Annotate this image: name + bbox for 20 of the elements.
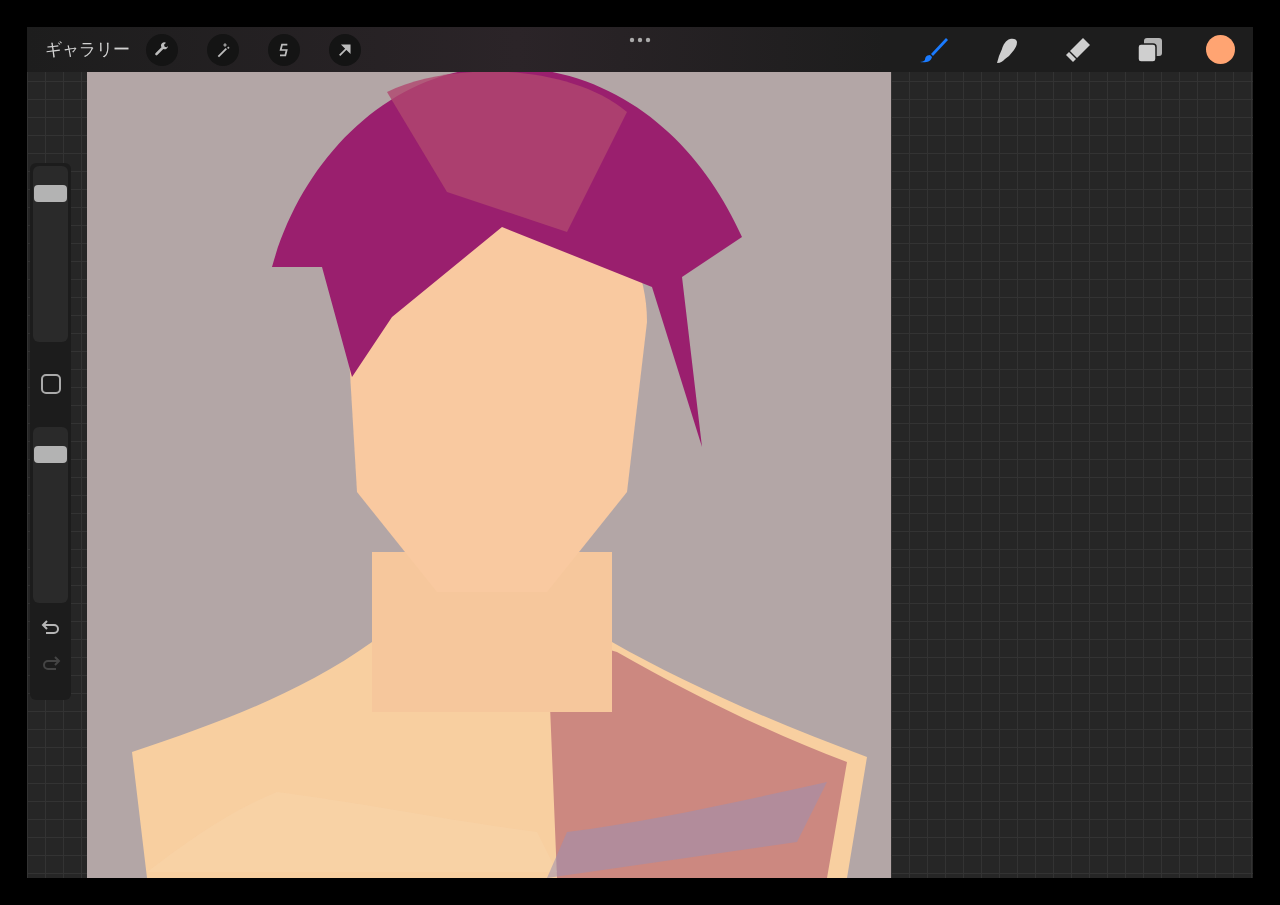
brush-size-slider[interactable] — [33, 166, 68, 342]
eraser-icon — [1064, 35, 1092, 64]
slider-thumb[interactable] — [34, 185, 67, 203]
tool-button[interactable] — [207, 33, 239, 66]
tool-button[interactable] — [268, 33, 300, 66]
slider-thumb[interactable] — [34, 446, 67, 464]
wrench-icon — [154, 41, 170, 58]
more-icon[interactable] — [629, 37, 651, 43]
undo-button[interactable] — [40, 619, 61, 637]
undo-icon — [40, 619, 61, 637]
gallery-button[interactable]: ギャラリー — [45, 36, 130, 63]
modify-button[interactable] — [40, 374, 61, 394]
color-swatch[interactable] — [1206, 35, 1235, 64]
opacity-slider[interactable] — [33, 427, 68, 603]
arrow-icon — [337, 41, 353, 58]
tool-button[interactable] — [146, 33, 178, 66]
magic-wand-icon — [215, 41, 231, 58]
tool-button[interactable] — [329, 33, 361, 66]
redo-icon — [40, 655, 61, 673]
layers-icon — [1137, 36, 1163, 63]
